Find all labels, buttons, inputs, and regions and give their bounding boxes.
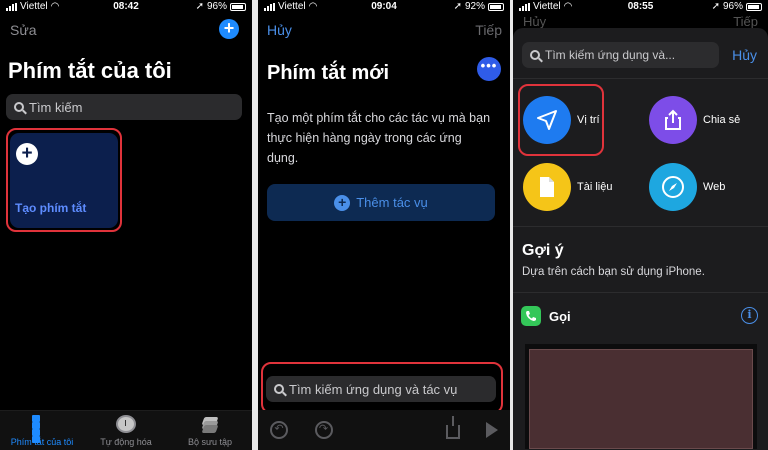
suggestions-subtitle: Dựa trên cách bạn sử dụng iPhone.: [522, 266, 705, 278]
app-label: Web: [703, 181, 726, 193]
more-options-button[interactable]: •••: [477, 57, 501, 81]
divider: [513, 226, 768, 227]
status-bar: Viettel ◠ 08:42 ➚ 96%: [0, 0, 252, 14]
redo-icon[interactable]: ↷: [314, 421, 333, 439]
suggestion-preview: [525, 344, 757, 449]
suggestion-call[interactable]: Gọi i: [521, 303, 758, 329]
next-button[interactable]: Tiếp: [475, 22, 502, 38]
tab-label: Phím tắt của tôi: [10, 437, 74, 447]
status-bar: Viettel ◠ 09:04 ➚ 92%: [258, 0, 510, 14]
editor-toolbar: ↶ ↷: [258, 410, 510, 450]
phone-icon: [521, 306, 541, 326]
search-input[interactable]: Tìm kiếm: [6, 94, 242, 120]
page-title: Phím tắt của tôi: [8, 58, 172, 83]
search-icon: [530, 50, 540, 60]
app-location[interactable]: Vị trí: [523, 96, 600, 144]
search-icon: [14, 102, 24, 112]
app-web[interactable]: Web: [649, 163, 725, 211]
tab-automation[interactable]: Tự động hóa: [84, 411, 168, 450]
description-text: Tạo một phím tắt cho các tác vụ mà bạn t…: [267, 111, 491, 165]
search-icon: [274, 384, 284, 394]
phone-my-shortcuts: Viettel ◠ 08:42 ➚ 96% Sửa + Phím tắt của…: [0, 0, 252, 450]
location-icon: ➚: [195, 1, 204, 12]
battery-icon: [230, 2, 246, 11]
layers-icon: [200, 415, 220, 433]
play-icon[interactable]: [486, 422, 498, 438]
grid-icon: [32, 415, 52, 443]
app-label: Tài liệu: [577, 181, 613, 193]
create-shortcut-card[interactable]: + Tạo phím tắt: [10, 133, 118, 228]
plus-circle-icon: +: [334, 194, 351, 211]
app-label: Chia sẻ: [703, 114, 741, 126]
tab-label: Tự động hóa: [100, 437, 152, 447]
battery-percent: 92%: [464, 1, 485, 12]
search-placeholder: Tìm kiếm: [29, 99, 83, 115]
suggestions-title: Gợi ý: [522, 242, 564, 259]
ellipsis-icon: •••: [480, 58, 498, 73]
background-next: Tiếp: [733, 14, 758, 29]
search-placeholder: Tìm kiếm ứng dụng và tác vụ: [289, 381, 458, 397]
clock-icon: [116, 415, 136, 433]
background-cancel: Hủy: [523, 14, 547, 29]
search-apps-actions-input[interactable]: Tìm kiếm ứng dụng và tác vụ: [266, 376, 496, 402]
divider: [513, 292, 768, 293]
search-apps-input[interactable]: Tìm kiếm ứng dụng và...: [522, 42, 719, 68]
call-label: Gọi: [549, 308, 571, 324]
create-shortcut-label: Tạo phím tắt: [15, 201, 87, 215]
battery-percent: 96%: [206, 1, 227, 12]
document-icon: [523, 163, 571, 211]
location-arrow-icon: [523, 96, 571, 144]
add-action-button[interactable]: + Thêm tác vụ: [267, 184, 495, 221]
plus-circle-icon: +: [16, 143, 38, 165]
plus-icon: +: [223, 18, 235, 38]
page-title: Phím tắt mới: [267, 62, 390, 84]
status-right: ➚ 92%: [454, 1, 504, 12]
status-right: ➚ 96%: [196, 1, 246, 12]
tab-label: Bộ sưu tập: [187, 437, 233, 447]
add-action-label: Thêm tác vụ: [356, 195, 428, 210]
background-nav: Hủy Tiếp: [513, 0, 768, 30]
tab-gallery[interactable]: Bộ sưu tập: [168, 411, 252, 450]
search-placeholder: Tìm kiếm ứng dụng và...: [545, 48, 676, 62]
location-icon: ➚: [453, 1, 462, 12]
preview-image: [529, 349, 753, 449]
share-icon[interactable]: [445, 416, 460, 439]
info-icon[interactable]: i: [741, 307, 758, 324]
edit-button[interactable]: Sửa: [10, 22, 37, 38]
cancel-button[interactable]: Hủy: [267, 22, 292, 38]
action-sheet: Tìm kiếm ứng dụng và... Hủy Vị trí Chia …: [513, 28, 768, 450]
battery-icon: [488, 2, 504, 11]
phone-action-picker: Viettel ◠ 08:55 ➚ 96% Hủy Tiếp Tìm kiếm …: [513, 0, 768, 450]
compass-icon: [649, 163, 697, 211]
cancel-button[interactable]: Hủy: [732, 47, 757, 63]
app-documents[interactable]: Tài liệu: [523, 163, 612, 211]
add-shortcut-button[interactable]: +: [219, 19, 239, 39]
share-icon: [649, 96, 697, 144]
screenshot-collage: Viettel ◠ 08:42 ➚ 96% Sửa + Phím tắt của…: [0, 0, 768, 450]
app-label: Vị trí: [577, 114, 600, 126]
tab-bar: Phím tắt của tôi Tự động hóa Bộ sưu tập: [0, 410, 252, 450]
divider: [513, 78, 768, 79]
app-share[interactable]: Chia sẻ: [649, 96, 740, 144]
phone-new-shortcut: Viettel ◠ 09:04 ➚ 92% Hủy Tiếp Phím tắt …: [258, 0, 510, 450]
undo-icon[interactable]: ↶: [270, 421, 288, 439]
tab-my-shortcuts[interactable]: Phím tắt của tôi: [0, 411, 84, 450]
